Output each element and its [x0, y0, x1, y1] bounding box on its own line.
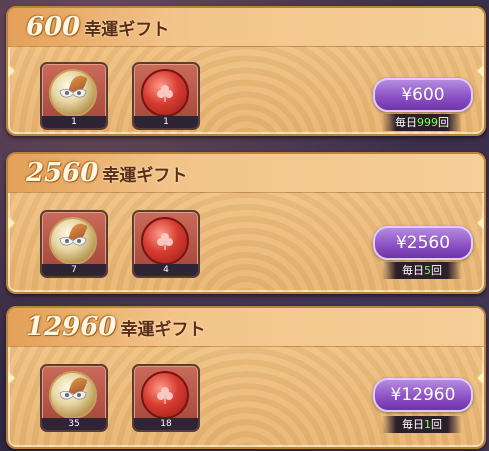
offer-card-600: 600 幸運ギフト 1 1 ¥600 毎日999回 — [6, 6, 486, 136]
limit-count: 1 — [424, 418, 431, 431]
offer-title: 600 幸運ギフト — [26, 12, 169, 42]
item-count: 7 — [42, 264, 106, 276]
offer-label: 幸運ギフト — [102, 166, 188, 186]
diamond-ornament-icon — [8, 217, 15, 229]
limit-suffix: 回 — [431, 264, 442, 277]
reward-item-clover-coin[interactable]: 18 — [132, 364, 200, 432]
offer-card-2560: 2560 幸運ギフト 7 4 ¥2560 毎日5回 — [6, 152, 486, 294]
diamond-ornament-icon — [477, 65, 484, 77]
diamond-ornament-icon — [477, 217, 484, 229]
item-count: 35 — [42, 418, 106, 430]
offer-label: 幸運ギフト — [84, 20, 170, 40]
limit-prefix: 毎日 — [395, 116, 417, 129]
mask-coin-icon — [49, 69, 97, 117]
clover-coin-icon — [141, 217, 189, 265]
daily-limit: 毎日5回 — [382, 262, 462, 279]
mask-coin-icon — [49, 371, 97, 419]
offer-label: 幸運ギフト — [120, 320, 206, 340]
limit-count: 999 — [417, 116, 438, 129]
offer-title: 12960 幸運ギフト — [26, 312, 205, 342]
buy-button[interactable]: ¥12960 — [373, 378, 473, 412]
daily-limit: 毎日999回 — [382, 114, 462, 131]
offer-amount: 12960 — [26, 312, 117, 342]
reward-item-mask-coin[interactable]: 1 — [40, 62, 108, 130]
diamond-ornament-icon — [477, 371, 484, 384]
item-count: 1 — [134, 116, 198, 128]
offer-title: 2560 幸運ギフト — [26, 158, 187, 188]
reward-item-clover-coin[interactable]: 1 — [132, 62, 200, 130]
limit-count: 5 — [424, 264, 431, 277]
reward-item-mask-coin[interactable]: 7 — [40, 210, 108, 278]
clover-coin-icon — [141, 69, 189, 117]
diamond-ornament-icon — [8, 65, 15, 77]
clover-coin-icon — [141, 371, 189, 419]
buy-button[interactable]: ¥2560 — [373, 226, 473, 260]
limit-suffix: 回 — [438, 116, 449, 129]
limit-prefix: 毎日 — [402, 418, 424, 431]
item-count: 1 — [42, 116, 106, 128]
mask-coin-icon — [49, 217, 97, 265]
buy-button[interactable]: ¥600 — [373, 78, 473, 112]
diamond-ornament-icon — [8, 371, 15, 384]
item-count: 18 — [134, 418, 198, 430]
limit-prefix: 毎日 — [402, 264, 424, 277]
offer-amount: 600 — [26, 12, 81, 42]
offer-amount: 2560 — [26, 158, 99, 188]
reward-item-clover-coin[interactable]: 4 — [132, 210, 200, 278]
limit-suffix: 回 — [431, 418, 442, 431]
daily-limit: 毎日1回 — [382, 416, 462, 433]
reward-item-mask-coin[interactable]: 35 — [40, 364, 108, 432]
offer-card-12960: 12960 幸運ギフト 35 18 ¥12960 毎日1回 — [6, 306, 486, 449]
item-count: 4 — [134, 264, 198, 276]
